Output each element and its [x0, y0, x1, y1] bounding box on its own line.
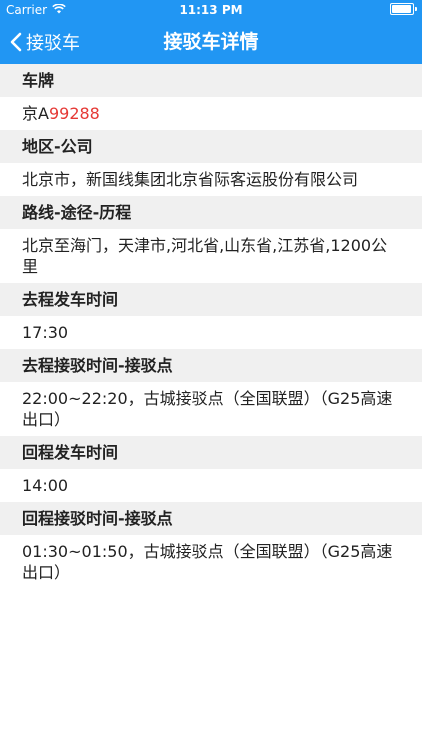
- section-header-region: 地区-公司: [0, 130, 422, 163]
- status-time: 11:13 PM: [179, 3, 243, 17]
- app-header: Carrier 11:13 PM 接驳车 接驳车详情: [0, 0, 422, 64]
- back-label: 接驳车: [26, 33, 80, 54]
- plate-number: 99288: [48, 104, 100, 123]
- section-header-plate: 车牌: [0, 64, 422, 97]
- battery-icon: [390, 3, 417, 15]
- return-transfer-value: 01:30~01:50，古城接驳点（全国联盟）（G25高速出口）: [0, 535, 422, 589]
- section-header-out-depart: 去程发车时间: [0, 283, 422, 316]
- section-header-out-transfer: 去程接驳时间-接驳点: [0, 349, 422, 382]
- detail-list: 车牌 京A99288 地区-公司 北京市，新国线集团北京省际客运股份有限公司 路…: [0, 64, 422, 589]
- return-depart-value: 14:00: [0, 469, 422, 502]
- out-depart-value: 17:30: [0, 316, 422, 349]
- region-value: 北京市，新国线集团北京省际客运股份有限公司: [0, 163, 422, 196]
- out-transfer-value: 22:00~22:20，古城接驳点（全国联盟）（G25高速出口）: [0, 382, 422, 436]
- plate-prefix: 京A: [22, 104, 49, 123]
- section-header-return-depart: 回程发车时间: [0, 436, 422, 469]
- section-header-return-transfer: 回程接驳时间-接驳点: [0, 502, 422, 535]
- back-button[interactable]: 接驳车: [10, 20, 80, 64]
- status-right: [390, 3, 417, 15]
- section-header-route: 路线-途径-历程: [0, 196, 422, 229]
- plate-value: 京A99288: [0, 97, 422, 130]
- route-value: 北京至海门，天津市,河北省,山东省,江苏省,1200公里: [0, 229, 422, 283]
- nav-bar: 接驳车 接驳车详情: [0, 20, 422, 64]
- status-bar: Carrier 11:13 PM: [0, 0, 422, 20]
- chevron-left-icon: [10, 32, 22, 52]
